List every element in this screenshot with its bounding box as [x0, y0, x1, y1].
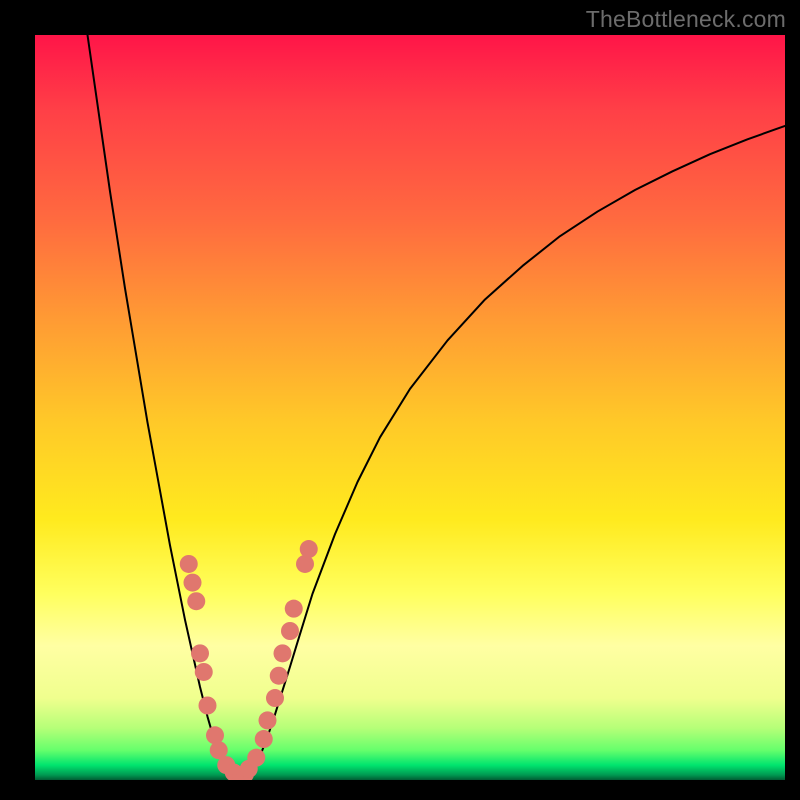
sample-marker: [259, 711, 277, 729]
sample-marker: [300, 540, 318, 558]
sample-marker: [281, 622, 299, 640]
watermark: TheBottleneck.com: [586, 6, 786, 33]
sample-markers: [180, 540, 318, 780]
sample-marker: [199, 697, 217, 715]
chart-frame: TheBottleneck.com: [0, 0, 800, 800]
sample-marker: [195, 663, 213, 681]
sample-marker: [184, 574, 202, 592]
sample-marker: [266, 689, 284, 707]
plot-area: [35, 35, 785, 780]
sample-marker: [247, 749, 265, 767]
sample-marker: [285, 600, 303, 618]
sample-marker: [274, 644, 292, 662]
sample-marker: [187, 592, 205, 610]
sample-marker: [270, 667, 288, 685]
sample-marker: [180, 555, 198, 573]
sample-marker: [191, 644, 209, 662]
bottleneck-curve: [88, 35, 786, 778]
sample-marker: [255, 730, 273, 748]
plot-svg: [35, 35, 785, 780]
